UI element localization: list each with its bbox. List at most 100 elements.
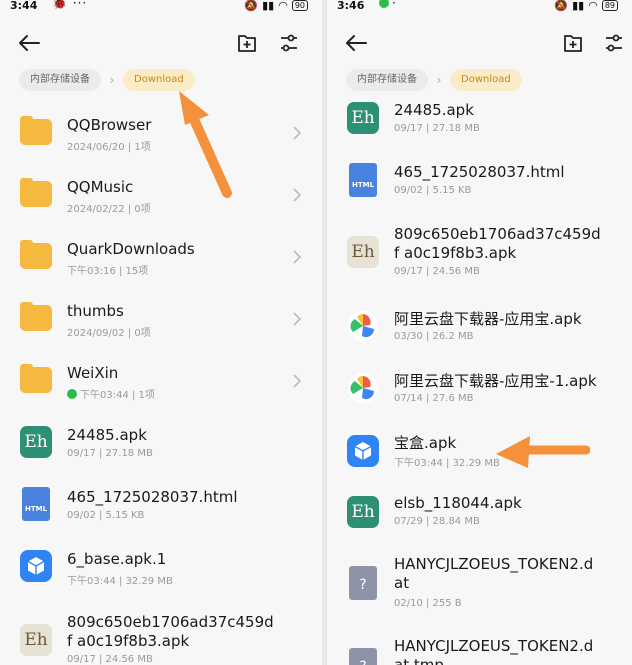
item-meta: 下午03:44 | 32.29 MB [394, 458, 500, 469]
list-item[interactable]: Eh 809c650eb1706ad37c459df a0c19f8b3.apk… [327, 216, 632, 286]
signal-icon: ▮▮ [262, 0, 275, 12]
list-item[interactable]: HTML 465_1725028037.html 09/02 | 5.15 KB [0, 474, 322, 534]
breadcrumb-root[interactable]: 内部存储设备 [19, 69, 101, 91]
list-item[interactable]: HTML 465_1725028037.html 09/02 | 5.15 KB [327, 152, 632, 212]
item-meta: 09/17 | 24.56 MB [394, 266, 480, 277]
app-icon-eh: Eh [20, 624, 52, 656]
status-bar: 3:46 · 🔕 ▮▮ ◠ 89 [327, 0, 632, 14]
list-item[interactable]: 阿里云盘下载器-应用宝-1.apk 07/14 | 27.6 MB [327, 360, 632, 420]
list-item[interactable]: thumbs 2024/09/02 | 0项 [0, 288, 322, 348]
list-item[interactable]: QQMusic 2024/02/22 | 0项 [0, 164, 322, 224]
list-item[interactable]: 阿里云盘下载器-应用宝.apk 03/30 | 26.2 MB [327, 298, 632, 358]
toolbar [0, 28, 322, 58]
app-icon-eh: Eh [347, 496, 379, 528]
cube-app-icon [20, 550, 52, 582]
folder-icon [20, 178, 52, 207]
item-name: 809c650eb1706ad37c459df a0c19f8b3.apk [67, 613, 274, 650]
item-name: elsb_118044.apk [394, 494, 522, 512]
item-meta: 2024/09/02 | 0项 [67, 328, 151, 339]
notification-icons: 🐞 ··· [52, 0, 88, 10]
pinwheel-app-icon [347, 310, 379, 342]
item-meta: 下午03:44 | 1项 [80, 390, 155, 401]
sort-settings-icon[interactable] [603, 32, 625, 54]
chevron-right-icon [293, 374, 302, 388]
list-item[interactable]: ? HANYCJLZOEUS_TOKEN2.d at.tmp [327, 630, 632, 665]
item-name: thumbs [67, 302, 124, 320]
item-name: QQBrowser [67, 116, 152, 134]
status-time: 3:44 [10, 0, 38, 12]
list-item[interactable]: Eh 24485.apk 09/17 | 27.18 MB [327, 90, 632, 150]
breadcrumb-root[interactable]: 内部存储设备 [346, 69, 428, 91]
breadcrumb: 内部存储设备 › Download [346, 68, 522, 92]
back-arrow-icon[interactable] [18, 34, 40, 52]
item-name: 6_base.apk.1 [67, 550, 167, 568]
html-file-icon: HTML [349, 163, 377, 197]
status-time: 3:46 [337, 0, 365, 12]
item-name: 24485.apk [67, 426, 147, 444]
item-meta: 09/02 | 5.15 KB [394, 185, 472, 196]
cube-app-icon [347, 435, 379, 467]
new-folder-icon[interactable] [236, 32, 258, 54]
list-item[interactable]: Eh 24485.apk 09/17 | 27.18 MB [0, 412, 322, 472]
annotation-arrow [179, 91, 232, 198]
chevron-right-icon: › [436, 73, 442, 87]
left-screenshot: 3:44 🐞 ··· 🔕 ▮▮ ◠ 90 内部存储设备 › Download Q… [0, 0, 322, 665]
chevron-right-icon [293, 188, 302, 202]
item-meta: 09/17 | 24.56 MB [67, 654, 153, 665]
app-icon-eh: Eh [20, 426, 52, 458]
breadcrumb-current[interactable]: Download [450, 69, 522, 91]
status-icons: 🔕 ▮▮ ◠ 89 [554, 0, 618, 12]
folder-icon [20, 116, 52, 145]
chevron-right-icon: › [109, 73, 115, 87]
item-meta: 07/29 | 28.84 MB [394, 516, 480, 527]
wifi-icon: ◠ [588, 0, 598, 12]
item-meta: 09/17 | 27.18 MB [394, 123, 480, 134]
html-file-icon: HTML [22, 487, 50, 521]
item-meta: 下午03:16 | 15项 [67, 266, 149, 277]
list-item[interactable]: WeiXin 下午03:44 | 1项 [0, 350, 322, 410]
item-name: 465_1725028037.html [394, 163, 565, 181]
list-item[interactable]: QQBrowser 2024/06/20 | 1项 [0, 102, 322, 162]
item-meta: 07/14 | 27.6 MB [394, 393, 474, 404]
item-meta: 09/02 | 5.15 KB [67, 510, 145, 521]
item-name: QQMusic [67, 178, 134, 196]
annotation-arrow [496, 436, 590, 468]
wechat-icon [379, 0, 389, 8]
pinwheel-app-icon [347, 372, 379, 404]
item-meta: 03/30 | 26.2 MB [394, 331, 474, 342]
sort-settings-icon[interactable] [278, 32, 300, 54]
mute-icon: 🔕 [244, 0, 259, 12]
item-name: 阿里云盘下载器-应用宝.apk [394, 310, 582, 328]
list-item[interactable]: ? HANYCJLZOEUS_TOKEN2.d at 02/10 | 255 B [327, 552, 632, 614]
status-icons: 🔕 ▮▮ ◠ 90 [244, 0, 308, 12]
item-name: 阿里云盘下载器-应用宝-1.apk [394, 372, 597, 390]
item-meta: 02/10 | 255 B [394, 598, 462, 609]
list-item[interactable]: 6_base.apk.1 下午03:44 | 32.29 MB [0, 536, 322, 596]
item-name: 465_1725028037.html [67, 488, 238, 506]
item-meta: 2024/02/22 | 0项 [67, 204, 151, 215]
chevron-right-icon [293, 126, 302, 140]
folder-icon [20, 240, 52, 269]
status-bar: 3:44 🐞 ··· 🔕 ▮▮ ◠ 90 [0, 0, 322, 14]
mute-icon: 🔕 [554, 0, 569, 12]
item-meta: 09/17 | 27.18 MB [67, 448, 153, 459]
app-icon-eh: Eh [347, 236, 379, 268]
right-screenshot: 3:46 · 🔕 ▮▮ ◠ 89 内部存储设备 › Download Eh 24… [327, 0, 632, 665]
folder-icon [20, 364, 52, 393]
unknown-file-icon: ? [349, 648, 377, 665]
item-name: HANYCJLZOEUS_TOKEN2.d at.tmp [394, 637, 594, 665]
folder-icon [20, 302, 52, 331]
item-meta: 2024/06/20 | 1项 [67, 142, 151, 153]
toolbar [327, 28, 632, 58]
item-name: 24485.apk [394, 101, 474, 119]
back-arrow-icon[interactable] [345, 34, 367, 52]
list-item[interactable]: Eh 809c650eb1706ad37c459df a0c19f8b3.apk… [0, 600, 322, 665]
new-folder-icon[interactable] [562, 32, 584, 54]
item-name: 809c650eb1706ad37c459df a0c19f8b3.apk [394, 225, 601, 262]
wifi-icon: ◠ [278, 0, 288, 12]
item-name: 宝盒.apk [394, 434, 457, 452]
list-item[interactable]: Eh elsb_118044.apk 07/29 | 28.84 MB [327, 488, 632, 548]
item-meta: 下午03:44 | 32.29 MB [67, 576, 173, 587]
list-item[interactable]: QuarkDownloads 下午03:16 | 15项 [0, 226, 322, 286]
item-name: WeiXin [67, 364, 119, 382]
